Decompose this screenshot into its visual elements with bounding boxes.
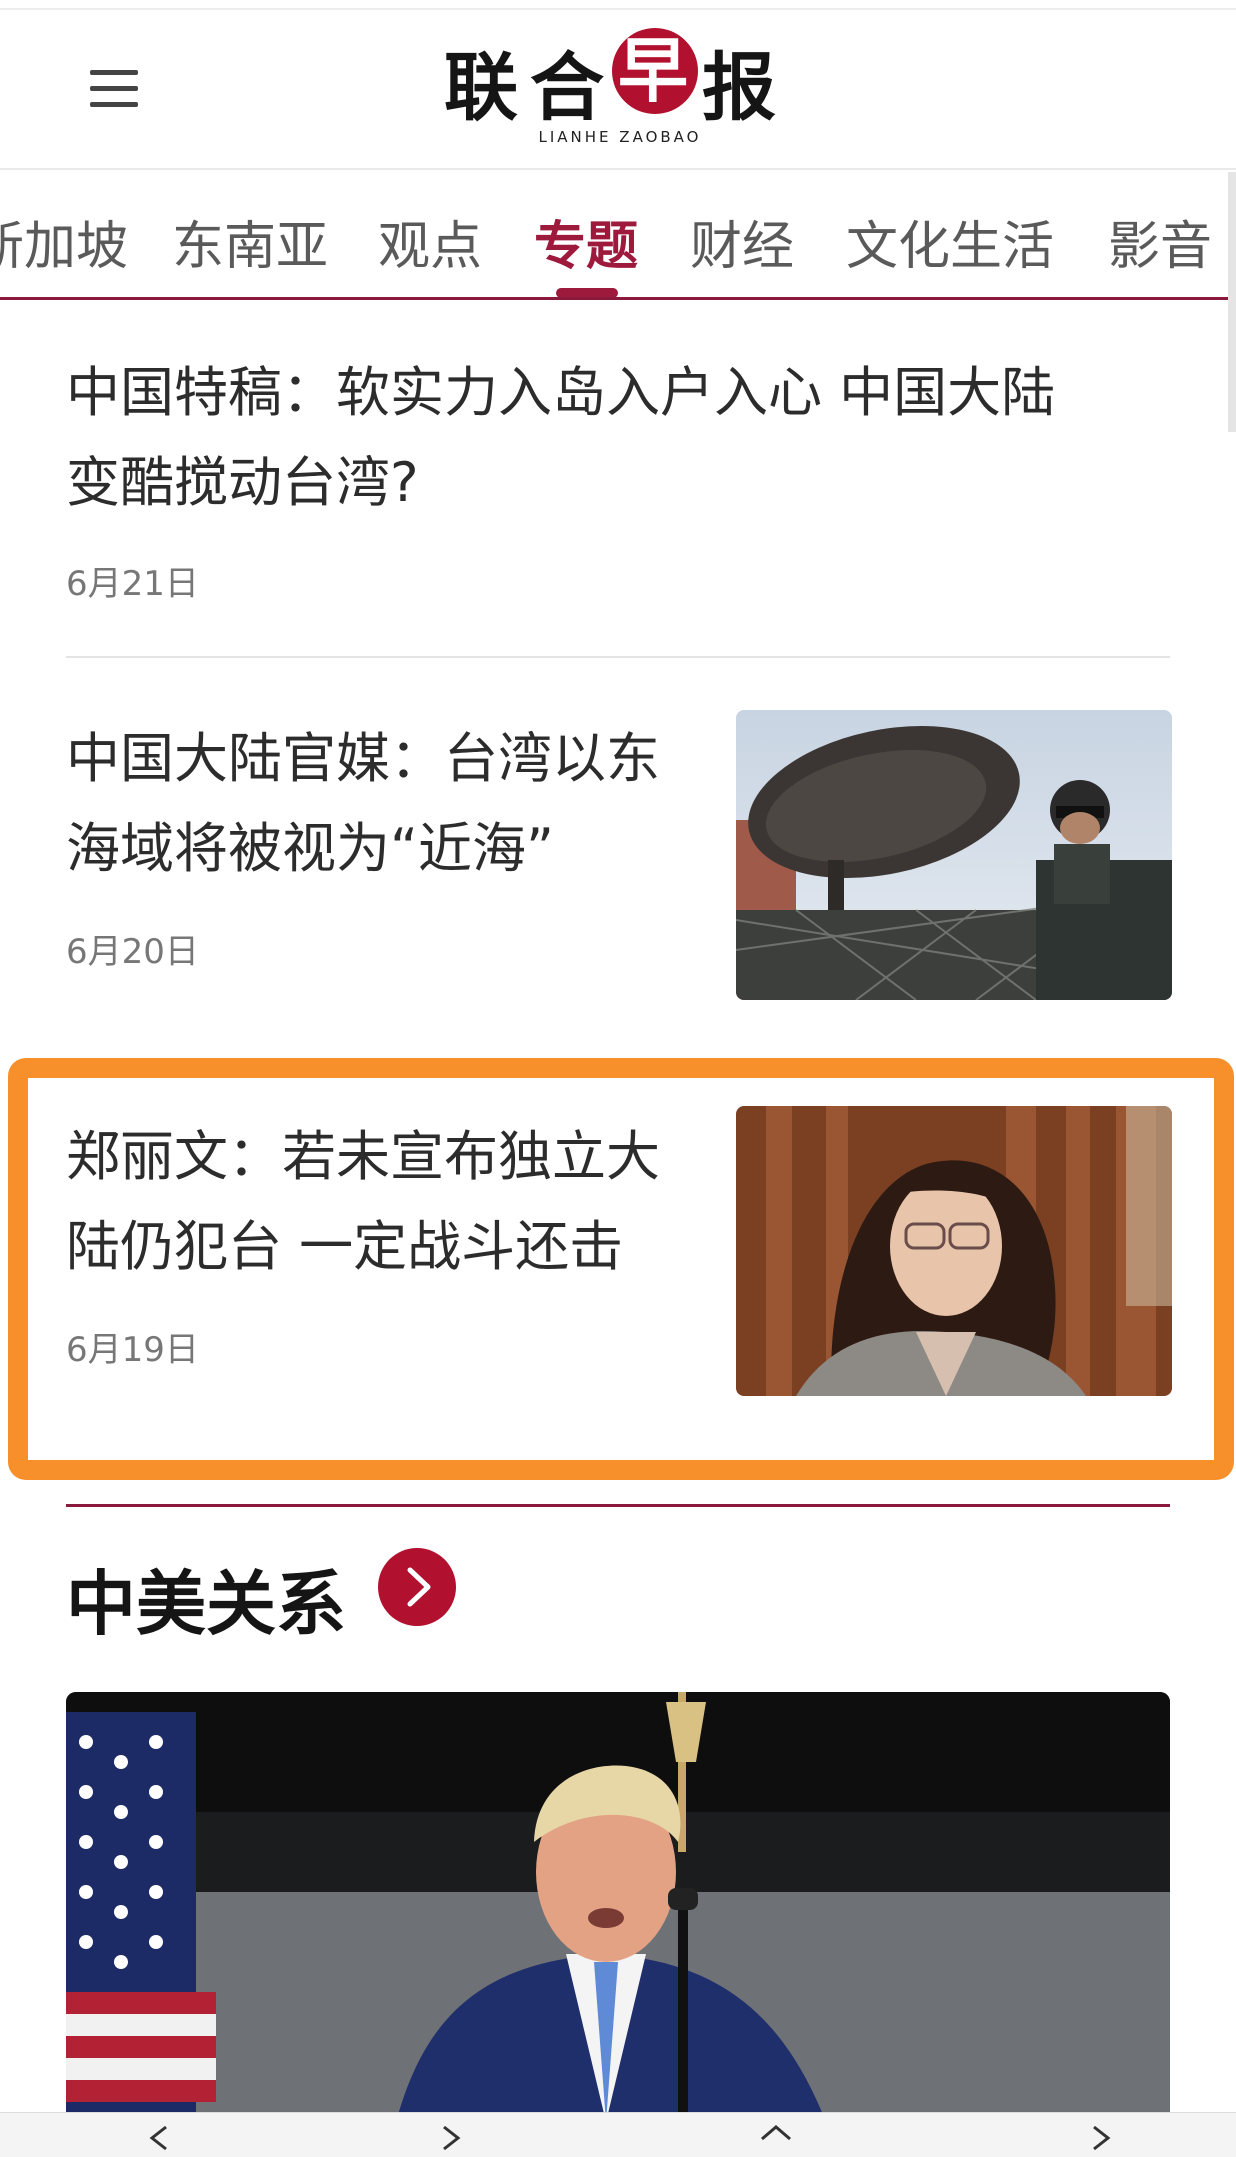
article-title[interactable]: 中国特稿：软实力入岛入户入心 中国大陆 变酷搅动台湾? xyxy=(66,348,1186,528)
tab-singapore[interactable]: 新加坡 xyxy=(0,204,128,279)
logo-chinese: 联合早报 xyxy=(444,28,780,131)
back-icon[interactable] xyxy=(140,2123,180,2153)
article-title[interactable]: 中国大陆官媒：台湾以东 海域将被视为“近海” xyxy=(66,714,726,894)
tabs-icon[interactable] xyxy=(1080,2123,1120,2153)
scrollbar[interactable] xyxy=(1228,172,1236,432)
home-icon[interactable] xyxy=(756,2123,796,2153)
section-title[interactable]: 中美关系 xyxy=(66,1548,346,1649)
article-date: 6月20日 xyxy=(66,932,199,972)
article-date: 6月21日 xyxy=(66,564,199,604)
divider xyxy=(66,656,1170,658)
article-thumbnail[interactable] xyxy=(736,710,1172,1000)
browser-toolbar xyxy=(0,2112,1236,2157)
forward-icon[interactable] xyxy=(430,2123,470,2153)
logo-red-circle: 早 xyxy=(612,28,698,114)
tab-southeast-asia[interactable]: 东南亚 xyxy=(172,204,328,279)
app-header: 联合早报 LIANHE ZAOBAO xyxy=(0,0,1236,170)
status-divider xyxy=(0,8,1236,10)
active-tab-indicator xyxy=(556,288,618,297)
tab-finance[interactable]: 财经 xyxy=(690,204,794,279)
logo-english: LIANHE ZAOBAO xyxy=(538,128,702,146)
article-thumbnail[interactable] xyxy=(736,1106,1172,1396)
tab-opinion[interactable]: 观点 xyxy=(378,204,482,279)
article-date: 6月19日 xyxy=(66,1330,199,1370)
article-title[interactable]: 郑丽文：若未宣布独立大 陆仍犯台 一定战斗还击 xyxy=(66,1112,726,1292)
category-nav: 新加坡 东南亚 观点 专题 财经 文化生活 影音 xyxy=(0,172,1236,300)
section-divider xyxy=(66,1504,1170,1507)
hero-image[interactable] xyxy=(66,1692,1170,2122)
hamburger-menu-icon[interactable] xyxy=(86,64,142,112)
tab-special-topics[interactable]: 专题 xyxy=(534,204,638,279)
site-logo[interactable]: 联合早报 LIANHE ZAOBAO xyxy=(440,28,800,148)
tab-video[interactable]: 影音 xyxy=(1108,204,1212,279)
tab-culture-life[interactable]: 文化生活 xyxy=(846,204,1054,279)
chevron-right-icon[interactable] xyxy=(378,1548,456,1626)
